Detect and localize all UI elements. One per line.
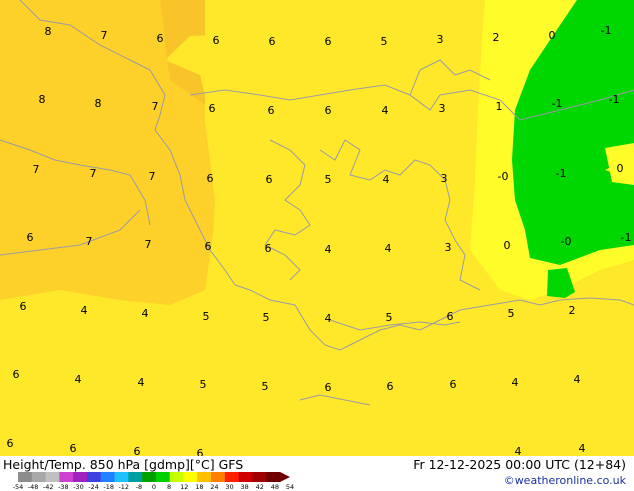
- temperature-label: 5: [381, 35, 388, 48]
- temperature-label: 4: [383, 173, 390, 186]
- temperature-label: 5: [262, 380, 269, 393]
- temperature-label: 7: [145, 238, 152, 251]
- temperature-label: 4: [574, 373, 581, 386]
- temperature-label: -1: [609, 93, 620, 106]
- temperature-label: 6: [157, 32, 164, 45]
- temperature-label: 6: [27, 231, 34, 244]
- temperature-label: -1: [552, 97, 563, 110]
- temperature-label: 2: [569, 304, 576, 317]
- scale-swatch: [31, 472, 47, 482]
- temperature-label: 7: [101, 29, 108, 42]
- temperature-label: 4: [75, 373, 82, 386]
- temperature-label: 5: [263, 311, 270, 324]
- scale-swatch: [86, 472, 102, 482]
- scale-swatch: [18, 472, 33, 482]
- temperature-label: 7: [152, 100, 159, 113]
- temperature-label: 6: [209, 102, 216, 115]
- temperature-label: 6: [7, 437, 14, 450]
- temperature-label: -0: [498, 170, 509, 183]
- scale-swatch: [155, 472, 171, 482]
- temperature-label: 4: [325, 312, 332, 325]
- scale-swatch: [45, 472, 60, 482]
- map-title: Height/Temp. 850 hPa [gdmp][°C] GFS: [3, 457, 244, 472]
- scale-swatch: [252, 472, 267, 482]
- temperature-label: 6: [447, 310, 454, 323]
- temperature-label: 3: [445, 241, 452, 254]
- temperature-label: 6: [269, 35, 276, 48]
- temperature-label: 6: [387, 380, 394, 393]
- temperature-label: 6: [13, 368, 20, 381]
- scale-arrow-icon: [280, 472, 290, 482]
- scale-swatch: [266, 472, 281, 482]
- temperature-label: 2: [493, 31, 500, 44]
- temperature-label: 0: [549, 29, 556, 42]
- credit-link[interactable]: ©weatheronline.co.uk: [504, 474, 626, 487]
- temperature-label: 6: [325, 381, 332, 394]
- temperature-label: 4: [81, 304, 88, 317]
- temperature-label: 4: [325, 243, 332, 256]
- temperature-label: 4: [138, 376, 145, 389]
- temperature-label: -1: [621, 231, 632, 244]
- scale-swatch: [183, 472, 198, 482]
- scale-swatch: [59, 472, 74, 482]
- temperature-label: 6: [268, 104, 275, 117]
- temperature-label: 8: [95, 97, 102, 110]
- temperature-label: 7: [86, 235, 93, 248]
- temperature-label: 0: [617, 162, 624, 175]
- color-scale: [18, 472, 290, 482]
- temperature-label: 7: [149, 170, 156, 183]
- temperature-label: 6: [325, 104, 332, 117]
- temperature-label: 6: [325, 35, 332, 48]
- temperature-label: -1: [556, 167, 567, 180]
- temperature-label: 3: [437, 33, 444, 46]
- scale-swatch: [211, 472, 226, 482]
- temperature-label: 4: [512, 376, 519, 389]
- temperature-label: 5: [508, 307, 515, 320]
- temperature-label: -0: [561, 235, 572, 248]
- scale-swatch: [114, 472, 129, 482]
- temperature-label: 7: [33, 163, 40, 176]
- temperature-label: 0: [504, 239, 511, 252]
- temperature-label: 3: [439, 102, 446, 115]
- map-footer: Height/Temp. 850 hPa [gdmp][°C] GFS Fr 1…: [0, 456, 634, 491]
- temperature-label: 6: [213, 34, 220, 47]
- temperature-label: 6: [207, 172, 214, 185]
- temperature-label: 7: [90, 167, 97, 180]
- temperature-label: 4: [142, 307, 149, 320]
- temperature-label: 8: [39, 93, 46, 106]
- scale-swatch: [142, 472, 157, 482]
- scale-swatch: [73, 472, 88, 482]
- scale-swatch: [169, 472, 184, 482]
- valid-datetime: Fr 12-12-2025 00:00 UTC (12+84): [413, 457, 626, 472]
- temperature-label: 5: [386, 311, 393, 324]
- temperature-label: 5: [203, 310, 210, 323]
- temperature-label: 8: [45, 25, 52, 38]
- temperature-label: 1: [496, 100, 503, 113]
- scale-swatch: [224, 472, 240, 482]
- scale-swatch: [197, 472, 212, 482]
- temperature-label: 6: [205, 240, 212, 253]
- scale-swatch: [100, 472, 116, 482]
- temperature-label: 4: [385, 242, 392, 255]
- scale-swatch: [128, 472, 143, 482]
- temperature-label: 6: [265, 242, 272, 255]
- temperature-map: 8 7 6 6 6 6 5 3 2 0 -1 8 8 7 6 6 6 4 3 1 -1 -1 7 7 7 6 6 5 4 3 -0 -1 0 6 7…: [0, 0, 634, 490]
- temperature-label: 6: [266, 173, 273, 186]
- temperature-label: 6: [450, 378, 457, 391]
- temperature-label: 5: [325, 173, 332, 186]
- temperature-label: 3: [441, 172, 448, 185]
- temperature-label: 6: [20, 300, 27, 313]
- temperature-label: 5: [200, 378, 207, 391]
- temperature-label: 4: [579, 442, 586, 455]
- temperature-label: 6: [70, 442, 77, 455]
- temperature-label: 4: [382, 104, 389, 117]
- temperature-label: -1: [601, 24, 612, 37]
- scale-swatch: [238, 472, 253, 482]
